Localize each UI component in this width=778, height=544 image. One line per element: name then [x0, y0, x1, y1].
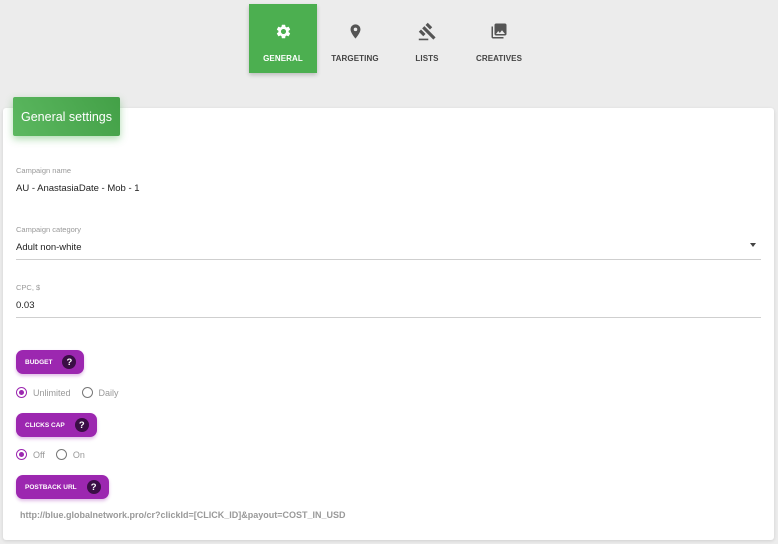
campaign-category-select[interactable]: Campaign category Adult non-white: [16, 225, 761, 260]
clicks-cap-on-radio[interactable]: On: [55, 449, 85, 460]
radio-checked-icon[interactable]: [16, 387, 27, 398]
campaign-name-value[interactable]: AU - AnastasiaDate - Mob - 1: [16, 183, 761, 194]
gear-icon: [273, 21, 293, 41]
budget-daily-radio[interactable]: Daily: [81, 387, 119, 398]
clicks-cap-label: CLICKS CAP: [25, 421, 65, 429]
cpc-field[interactable]: CPC, $ 0.03: [16, 283, 761, 318]
card-header: General settings: [13, 97, 120, 136]
cpc-value[interactable]: 0.03: [16, 300, 761, 311]
radio-checked-icon[interactable]: [16, 449, 27, 460]
postback-url-label: POSTBACK URL: [25, 483, 77, 491]
tab-targeting[interactable]: TARGETING: [319, 4, 391, 73]
location-pin-icon: [345, 21, 365, 41]
postback-url-value: http://blue.globalnetwork.pro/cr?clickId…: [20, 510, 346, 520]
tab-lists[interactable]: LISTS: [391, 4, 463, 73]
caret-down-icon[interactable]: [750, 243, 756, 247]
help-icon[interactable]: ?: [86, 480, 101, 494]
clicks-cap-button[interactable]: CLICKS CAP ?: [16, 413, 97, 437]
budget-radio-group: Unlimited Daily: [16, 387, 130, 398]
help-icon[interactable]: ?: [62, 355, 77, 369]
gavel-icon: [417, 21, 437, 41]
tab-targeting-label: TARGETING: [331, 54, 379, 63]
help-icon[interactable]: ?: [74, 418, 89, 432]
campaign-category-value[interactable]: Adult non-white: [16, 242, 761, 253]
top-tabs: GENERAL TARGETING LISTS CREATIVES: [249, 4, 535, 73]
tab-general-label: GENERAL: [263, 54, 303, 63]
budget-button[interactable]: BUDGET ?: [16, 350, 85, 374]
radio-unchecked-icon[interactable]: [55, 449, 67, 460]
cpc-underline: [16, 317, 761, 318]
budget-label: BUDGET: [25, 358, 53, 366]
clicks-cap-on-label: On: [72, 449, 85, 460]
tab-general[interactable]: GENERAL: [249, 4, 317, 73]
tab-lists-label: LISTS: [415, 54, 439, 63]
campaign-category-underline: [16, 259, 761, 260]
image-icon: [489, 21, 509, 41]
radio-unchecked-icon[interactable]: [81, 387, 93, 398]
tab-creatives-label: CREATIVES: [475, 54, 523, 63]
cpc-label: CPC, $: [16, 283, 41, 292]
tab-creatives[interactable]: CREATIVES: [463, 4, 535, 73]
budget-unlimited-radio[interactable]: Unlimited: [16, 387, 71, 398]
clicks-cap-off-radio[interactable]: Off: [16, 449, 45, 460]
campaign-name-label: Campaign name: [16, 166, 72, 175]
clicks-cap-off-label: Off: [33, 449, 45, 460]
campaign-name-field[interactable]: Campaign name AU - AnastasiaDate - Mob -…: [16, 166, 761, 194]
budget-daily-label: Daily: [98, 387, 119, 398]
clicks-cap-radio-group: Off On: [16, 449, 96, 460]
campaign-category-label: Campaign category: [16, 225, 82, 234]
postback-url-button[interactable]: POSTBACK URL ?: [16, 475, 109, 499]
budget-unlimited-label: Unlimited: [33, 387, 71, 398]
